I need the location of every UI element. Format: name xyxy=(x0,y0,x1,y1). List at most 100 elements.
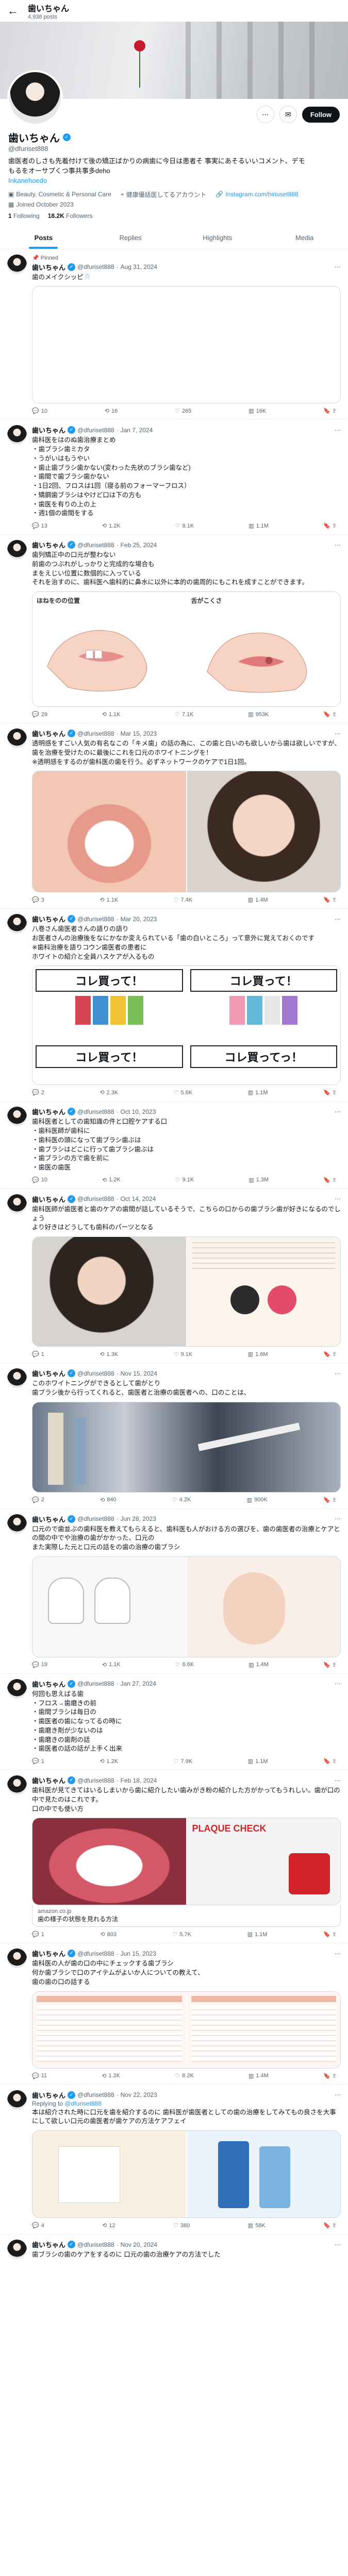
post-avatar[interactable] xyxy=(7,540,27,560)
like-button[interactable]: ♡ 9.1K xyxy=(175,1177,194,1183)
tooth-illustration[interactable] xyxy=(32,1556,186,1657)
views-button[interactable]: ▥ 1.4M xyxy=(248,1662,269,1668)
share-icons[interactable]: 🔖 ⇪ xyxy=(323,1351,337,1358)
post-date[interactable]: Jun 28, 2023 xyxy=(121,1515,156,1522)
post-avatar[interactable] xyxy=(7,1514,27,1534)
post-author-name[interactable]: 歯いちゃん xyxy=(32,1107,65,1116)
reply-button[interactable]: 💬 1 xyxy=(32,1351,44,1358)
post-date[interactable]: Nov 22, 2023 xyxy=(121,2091,157,2098)
post-media-photos[interactable] xyxy=(32,1236,341,1347)
like-button[interactable]: ♡ 265 xyxy=(175,408,191,415)
post-more-icon[interactable]: ⋯ xyxy=(335,1370,341,1377)
share-icons[interactable]: 🔖 ⇪ xyxy=(323,408,337,414)
post-media-empty-frame[interactable] xyxy=(32,286,341,404)
post-media-photos[interactable] xyxy=(32,771,341,893)
post-more-icon[interactable]: ⋯ xyxy=(335,1515,341,1522)
reply-button[interactable]: 💬 10 xyxy=(32,408,47,415)
retweet-button[interactable]: ⟲ 2.3K xyxy=(100,1089,118,1096)
like-button[interactable]: ♡ 8.2K xyxy=(175,2073,194,2079)
post-author-name[interactable]: 歯いちゃん xyxy=(32,2090,65,2100)
post-avatar[interactable] xyxy=(7,728,27,749)
info-diagram-right[interactable] xyxy=(187,1991,340,2068)
reply-button[interactable]: 💬 2 xyxy=(32,1497,44,1503)
post[interactable]: 歯いちゃん ✓ @dfuriset888 · Oct 14, 2024 ⋯ 歯科… xyxy=(0,1189,348,1364)
post-date[interactable]: Aug 31, 2024 xyxy=(121,263,157,270)
post-avatar[interactable] xyxy=(7,2090,27,2110)
post-more-icon[interactable]: ⋯ xyxy=(335,916,341,923)
post-more-icon[interactable]: ⋯ xyxy=(335,1950,341,1957)
views-button[interactable]: ▥ 1.1M xyxy=(248,522,269,530)
post-avatar[interactable] xyxy=(7,2240,27,2260)
post-author-name[interactable]: 歯いちゃん xyxy=(32,728,65,738)
share-icons[interactable]: 🔖 ⇪ xyxy=(323,1662,337,1668)
views-button[interactable]: ▥ 1.4M xyxy=(248,2073,269,2079)
post-date[interactable]: Feb 18, 2024 xyxy=(121,1777,157,1784)
like-button[interactable]: ♡ 380 xyxy=(173,2222,190,2229)
reply-button[interactable]: 💬 19 xyxy=(32,1662,47,1668)
reply-button[interactable]: 💬 10 xyxy=(32,1177,47,1183)
post-author-name[interactable]: 歯いちゃん xyxy=(32,1948,65,1958)
post-media-products[interactable] xyxy=(32,2130,341,2218)
tab-media[interactable]: Media xyxy=(261,227,348,249)
views-button[interactable]: ▥ 1.3M xyxy=(248,1177,269,1183)
like-button[interactable]: ♡ 8.1K xyxy=(175,522,194,530)
post[interactable]: 歯いちゃん ✓ @dfuriset888 · Nov 20, 2024 ⋯ 歯ブ… xyxy=(0,2234,348,2265)
product-panel-2[interactable]: コレ買って！ xyxy=(187,966,340,1042)
like-button[interactable]: ♡ 7.4K xyxy=(174,896,193,904)
media-left-diagram[interactable]: ほねをのの位置 xyxy=(32,592,186,707)
retweet-button[interactable]: ⟲ 1.1K xyxy=(102,711,121,718)
retweet-button[interactable]: ⟲ 1.1K xyxy=(102,1662,121,1668)
product-panel-1[interactable]: コレ買って！ xyxy=(32,966,186,1042)
views-button[interactable]: ▥ 1.1M xyxy=(247,1931,268,1938)
replying-handle[interactable]: @dfuriset888 xyxy=(64,2100,102,2107)
share-icons[interactable]: 🔖 ⇪ xyxy=(323,896,337,903)
post-avatar[interactable] xyxy=(7,254,27,274)
followers-link[interactable]: 18.2K Followers xyxy=(48,212,93,219)
post-author-name[interactable]: 歯いちゃん xyxy=(32,425,65,435)
like-button[interactable]: ♡ 9.1K xyxy=(174,1351,193,1358)
whitening-product-photo[interactable] xyxy=(32,2131,186,2218)
like-button[interactable]: ♡ 6.6K xyxy=(175,1662,194,1668)
woman-portrait-photo[interactable] xyxy=(32,1237,186,1347)
post[interactable]: 歯いちゃん ✓ @dfuriset888 · Jun 28, 2023 ⋯ 口元… xyxy=(0,1509,348,1674)
views-button[interactable]: ▥ 953K xyxy=(248,711,269,718)
post[interactable]: 歯いちゃん ✓ @dfuriset888 · Feb 18, 2024 ⋯ 歯科… xyxy=(0,1770,348,1944)
share-icons[interactable]: 🔖 ⇪ xyxy=(323,1089,337,1096)
post-date[interactable]: Oct 14, 2024 xyxy=(121,1195,156,1202)
post-date[interactable]: Mar 15, 2023 xyxy=(121,730,157,737)
post-avatar[interactable] xyxy=(7,1948,27,1969)
post[interactable]: 歯いちゃん ✓ @dfuriset888 · Jun 15, 2023 ⋯ 歯科… xyxy=(0,1943,348,2085)
post-avatar[interactable] xyxy=(7,425,27,445)
retweet-button[interactable]: ⟲ 1.2K xyxy=(102,522,121,530)
media-right-diagram[interactable]: 舌がこくさ xyxy=(187,592,340,707)
share-icons[interactable]: 🔖 ⇪ xyxy=(323,1758,337,1765)
reply-button[interactable]: 💬 1 xyxy=(32,1758,44,1765)
post-date[interactable]: Jan 27, 2024 xyxy=(121,1680,156,1687)
post[interactable]: 歯いちゃん ✓ @dfuriset888 · Jan 27, 2024 ⋯ 何回… xyxy=(0,1674,348,1771)
like-button[interactable]: ♡ 5.6K xyxy=(174,1089,193,1096)
plaque-check-product-photo[interactable]: PLAQUE CHECK xyxy=(187,1818,340,1905)
like-button[interactable]: ♡ 7.1K xyxy=(175,711,194,718)
retweet-button[interactable]: ⟲ 1.3K xyxy=(100,1351,118,1358)
post-author-name[interactable]: 歯いちゃん xyxy=(32,1775,65,1785)
views-button[interactable]: ▥ 58K xyxy=(248,2222,266,2229)
smile-photo-left[interactable] xyxy=(32,771,186,892)
link-card[interactable]: amazon.co.jp 歯の様子の状態を見れる方法 xyxy=(32,1905,341,1927)
reply-button[interactable]: 💬 2 xyxy=(32,1089,44,1096)
post-author-name[interactable]: 歯いちゃん xyxy=(32,1679,65,1689)
product-panel-4[interactable]: コレ買ってっ！ xyxy=(187,1042,340,1085)
views-button[interactable]: ▥ 1.4M xyxy=(248,896,268,904)
teeth-closeup-photo[interactable] xyxy=(32,1818,186,1905)
face-illustration[interactable] xyxy=(187,1556,340,1657)
post-date[interactable]: Nov 20, 2024 xyxy=(121,2241,157,2248)
post-more-icon[interactable]: ⋯ xyxy=(335,1680,341,1687)
post-avatar[interactable] xyxy=(7,1194,27,1214)
post-more-icon[interactable]: ⋯ xyxy=(335,730,341,737)
more-options-icon[interactable]: ⋯ xyxy=(256,106,274,123)
reply-button[interactable]: 💬 29 xyxy=(32,711,47,718)
views-button[interactable]: ▥ 1.1M xyxy=(248,1758,268,1765)
post[interactable]: 歯いちゃん ✓ @dfuriset888 · Nov 22, 2023 ⋯ Re… xyxy=(0,2085,348,2235)
retweet-button[interactable]: ⟲ 1.2K xyxy=(102,2073,120,2079)
post-author-name[interactable]: 歯いちゃん xyxy=(32,1514,65,1524)
retweet-button[interactable]: ⟲ 1.1K xyxy=(100,896,118,904)
